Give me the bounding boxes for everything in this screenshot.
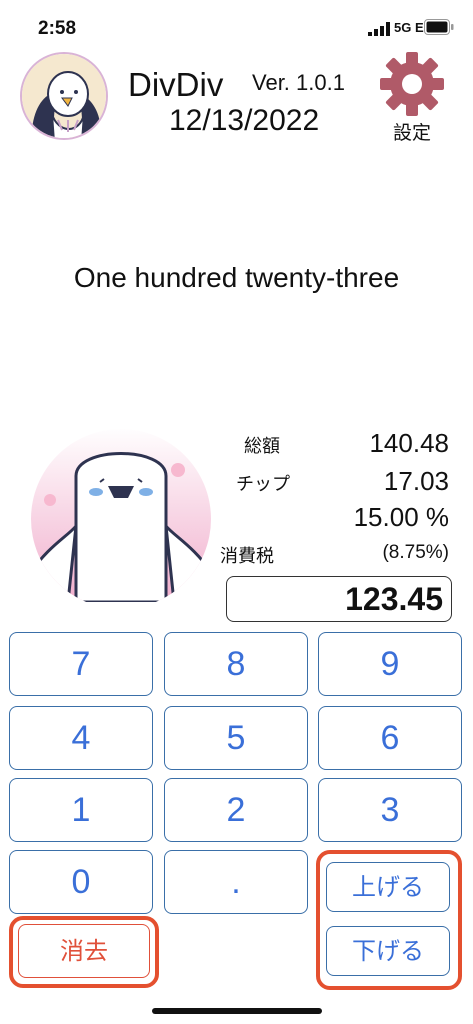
key-5[interactable]: 5 xyxy=(164,706,308,770)
key-2[interactable]: 2 xyxy=(164,778,308,842)
total-value: 140.48 xyxy=(369,428,449,458)
home-indicator xyxy=(152,1008,322,1014)
tip-value: 17.03 xyxy=(383,466,449,496)
key-8[interactable]: 8 xyxy=(164,632,308,696)
battery-icon xyxy=(424,19,454,35)
network-type-label: 5G E xyxy=(394,20,424,35)
key-7[interactable]: 7 xyxy=(9,632,153,696)
eagle-mascot-icon xyxy=(22,54,106,138)
amount-input[interactable]: 123.45 xyxy=(226,576,452,622)
tax-rate: (8.75%) xyxy=(382,542,449,563)
app-date: 12/13/2022 xyxy=(169,104,320,137)
round-down-button[interactable]: 下げる xyxy=(326,926,450,976)
total-label: 総額 xyxy=(244,436,280,457)
key-6[interactable]: 6 xyxy=(318,706,462,770)
cellular-signal-icon xyxy=(368,22,390,36)
key-3[interactable]: 3 xyxy=(318,778,462,842)
amount-in-words: One hundred twenty-three xyxy=(73,262,400,293)
key-9[interactable]: 9 xyxy=(318,632,462,696)
clear-button[interactable]: 消去 xyxy=(18,924,150,978)
settings-button[interactable]: 設定 xyxy=(372,48,452,144)
app-title: DivDiv xyxy=(128,66,224,103)
app-logo-avatar xyxy=(20,52,108,140)
key-1[interactable]: 1 xyxy=(9,778,153,842)
gear-icon xyxy=(380,52,444,116)
settings-label: 設定 xyxy=(392,122,431,144)
tax-label: 消費税 xyxy=(220,546,274,567)
status-time: 2:58 xyxy=(38,18,77,39)
bird-mascot-icon xyxy=(31,429,211,602)
tip-percent: 15.00 % xyxy=(353,502,449,532)
key-0[interactable]: 0 xyxy=(9,850,153,914)
round-up-button[interactable]: 上げる xyxy=(326,862,450,912)
key-4[interactable]: 4 xyxy=(9,706,153,770)
tip-label: チップ xyxy=(236,474,290,495)
app-version: Ver. 1.0.1 xyxy=(252,70,345,95)
key-decimal[interactable]: . xyxy=(164,850,308,914)
